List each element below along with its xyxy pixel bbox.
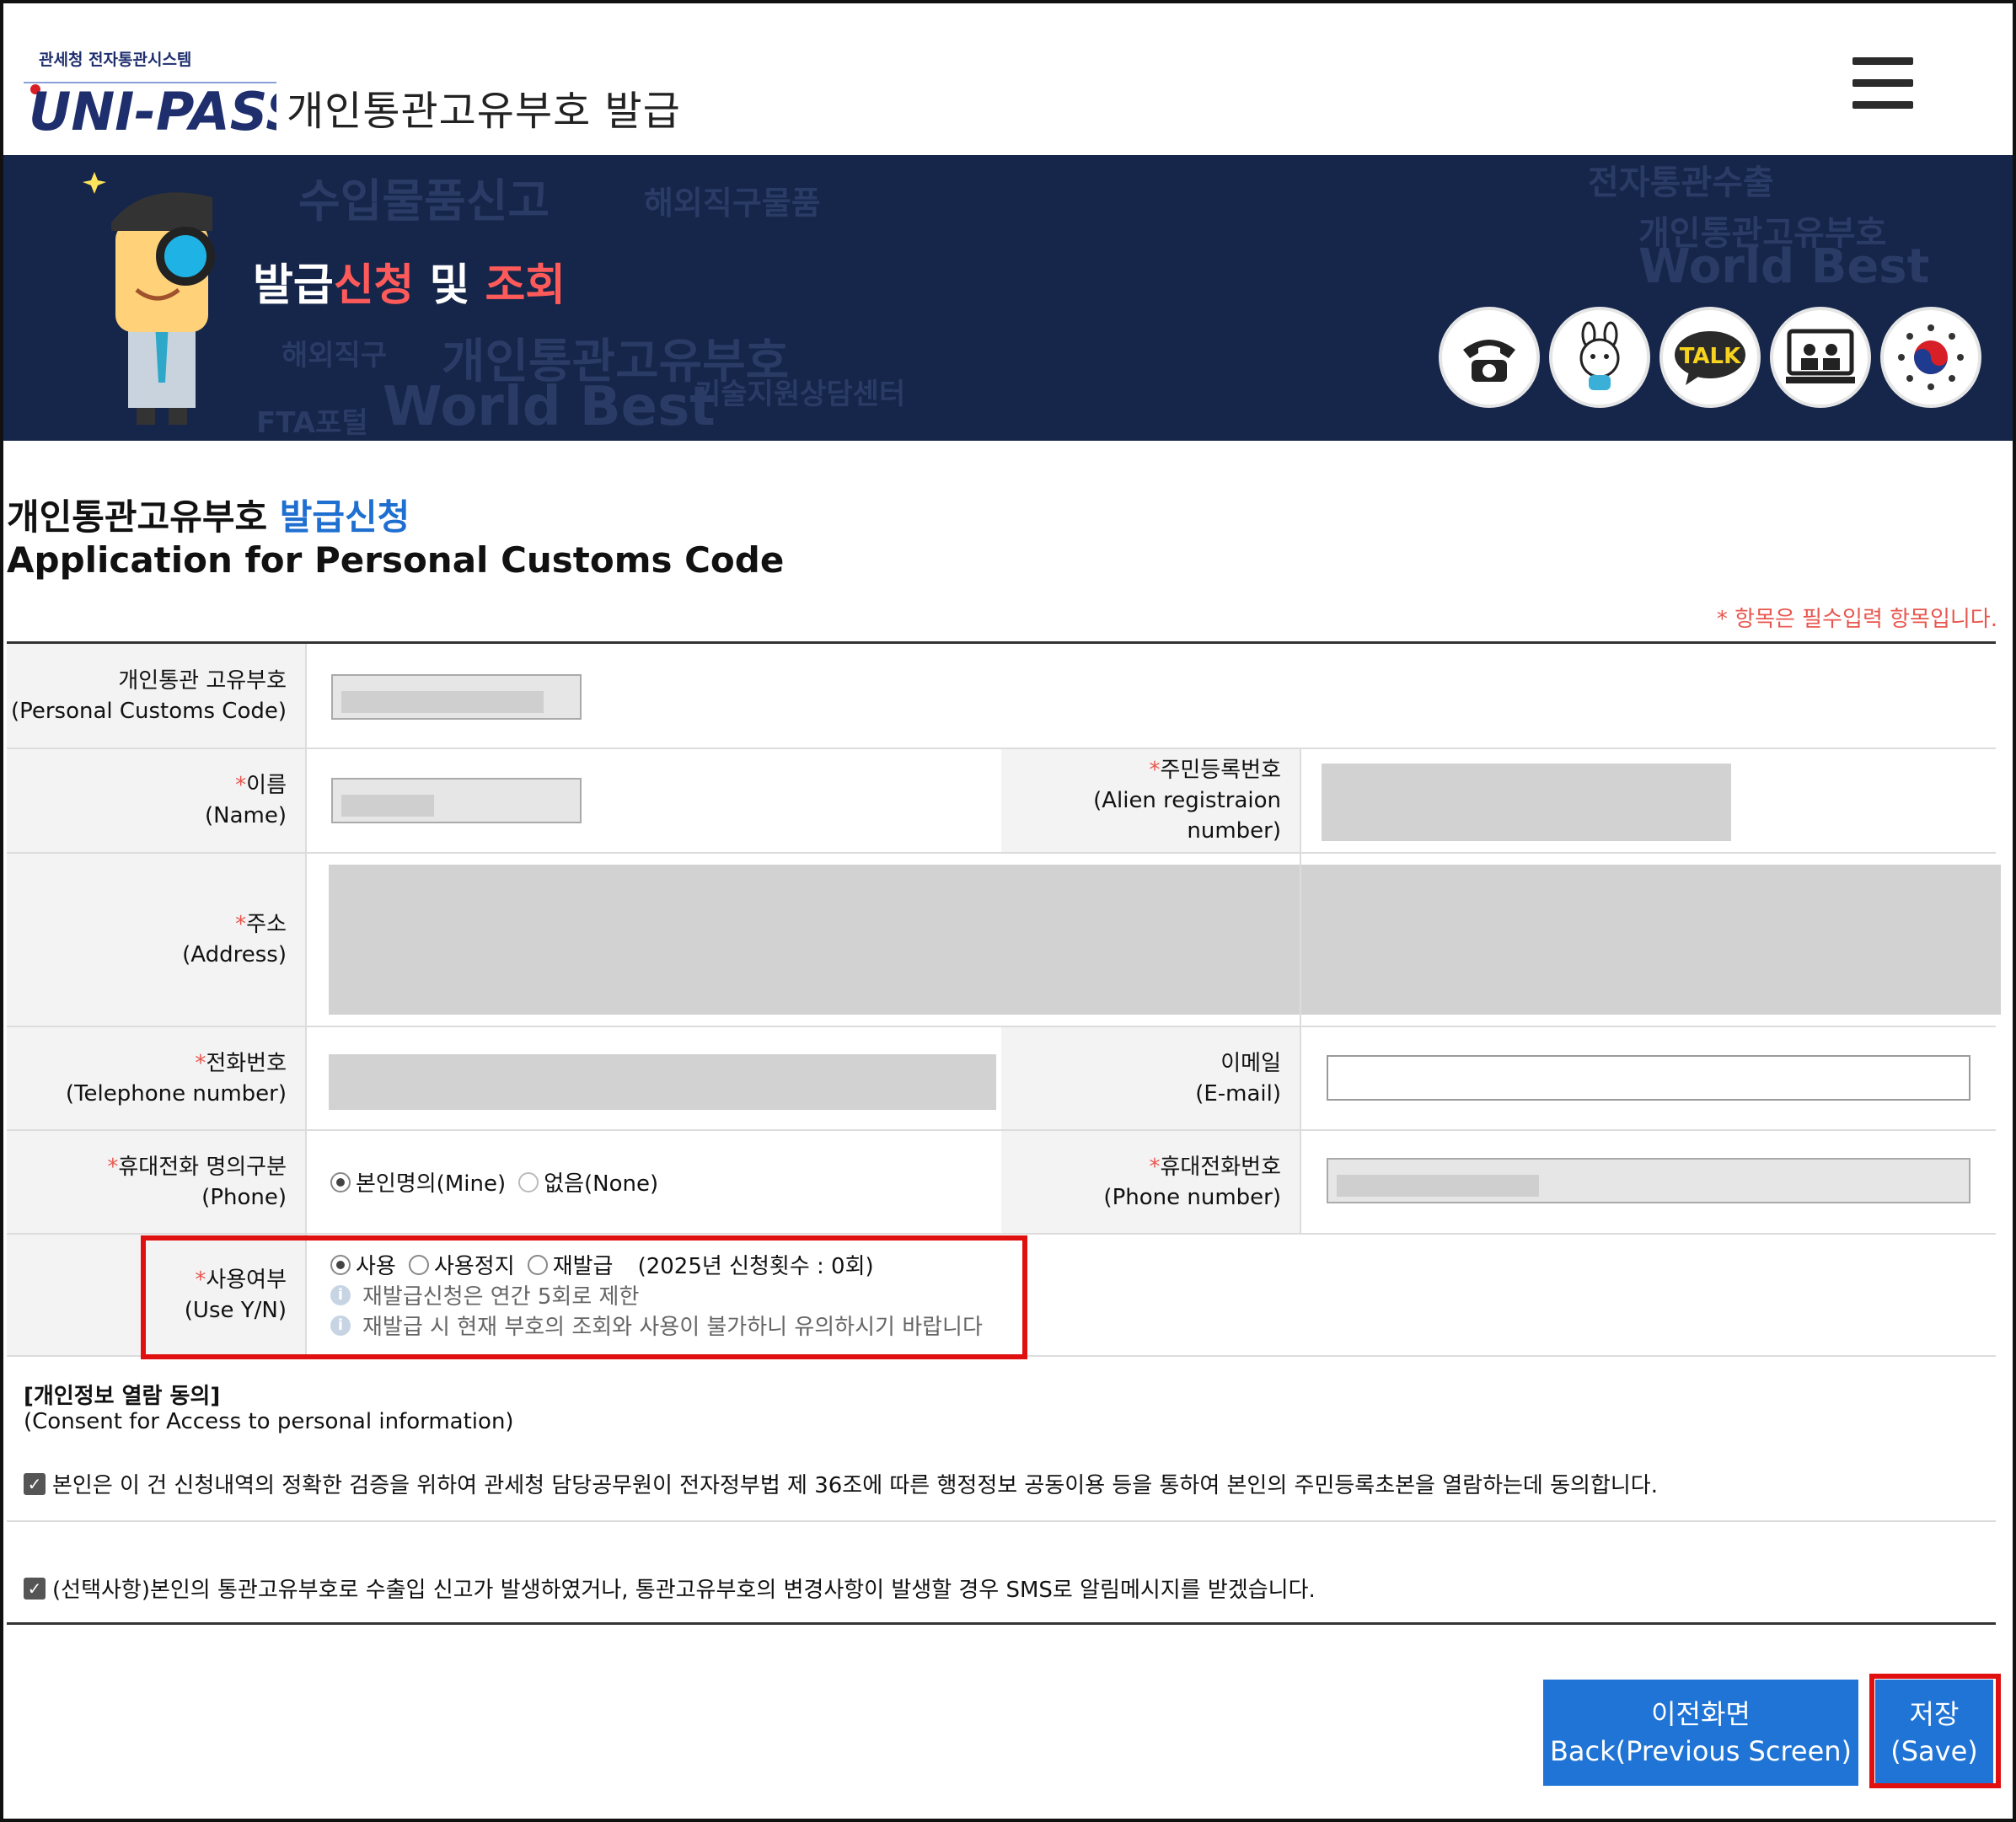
magnifier-character-illustration	[83, 172, 215, 425]
talk-icon[interactable]: TALK	[1659, 307, 1761, 408]
logo-subtitle: 관세청 전자통관시스템	[39, 51, 192, 69]
alien-reg-label: *주민등록번호 (Alien registraion number)	[1001, 749, 1300, 852]
customs-code-label: 개인통관 고유부호 (Personal Customs Code)	[7, 644, 305, 748]
save-button-highlight	[1869, 1674, 2001, 1788]
phone-owner-label: *휴대전화 명의구분 (Phone)	[7, 1131, 305, 1233]
page-title: 개인통관고유부호 발급신청	[7, 496, 410, 538]
telephone-field	[329, 1054, 996, 1110]
back-button[interactable]: 이전화면 Back(Previous Screen)	[1543, 1680, 1858, 1786]
consent-subtitle: (Consent for Access to personal informat…	[24, 1409, 514, 1434]
banner-title: 발급신청 및 조회	[253, 260, 566, 311]
phone-owner-none-radio[interactable]	[518, 1171, 539, 1192]
banner-bg-word: 기술지원상담센터	[694, 378, 906, 411]
consent-checkbox-1[interactable]: ✓	[24, 1472, 46, 1495]
consent-text-1: 본인은 이 건 신청내역의 정확한 검증을 위하여 관세청 담당공무원이 전자정…	[52, 1473, 1658, 1498]
consent-title: [개인정보 열람 동의]	[24, 1384, 221, 1409]
mascot-icon[interactable]	[1549, 307, 1650, 408]
header: 관세청 전자통관시스템 UNI-PASS 개인통관고유부호 발급	[3, 3, 2013, 155]
banner-bg-word: 전자통관수출	[1588, 163, 1774, 202]
consent-checkbox-2[interactable]: ✓	[24, 1577, 46, 1600]
row-divider	[7, 1520, 1996, 1522]
video-consult-icon[interactable]	[1770, 307, 1871, 408]
phone-number-label: *휴대전화번호 (Phone number)	[1001, 1131, 1300, 1233]
banner-bg-word: 해외직구	[281, 339, 388, 372]
form-bottom-border	[7, 1622, 1996, 1625]
unipass-logo: UNI-PASS	[24, 81, 276, 138]
address-field	[329, 865, 2001, 1015]
use-yn-highlight	[141, 1235, 1027, 1359]
banner-bg-word: World Best	[383, 376, 716, 438]
banner-bg-word: 수입물품신고	[298, 174, 550, 228]
phone-icon[interactable]	[1439, 307, 1540, 408]
header-title: 개인통관고유부호 발급	[287, 88, 681, 135]
phone-owner-none-label: 없음(None)	[544, 1171, 659, 1197]
name-field	[331, 778, 582, 823]
phone-owner-mine-radio[interactable]	[330, 1171, 351, 1192]
hero-banner: 수입물품신고 해외직구물품 개인통관고유부호 World Best FTA포털 …	[3, 155, 2013, 441]
consent-item-1: ✓ 본인은 이 건 신청내역의 정확한 검증을 위하여 관세청 담당공무원이 전…	[24, 1468, 1658, 1499]
column-divider	[1300, 749, 1301, 1233]
alien-reg-field	[1322, 764, 1731, 841]
page-subtitle: Application for Personal Customs Code	[7, 539, 785, 581]
consent-text-2: (선택사항)본인의 통관고유부호로 수출입 신고가 발생하였거나, 통관고유부호…	[52, 1578, 1316, 1603]
consent-item-2: ✓ (선택사항)본인의 통관고유부호로 수출입 신고가 발생하였거나, 통관고유…	[24, 1573, 1316, 1604]
phone-number-field	[1327, 1158, 1970, 1203]
government-emblem-icon[interactable]	[1880, 307, 1981, 408]
banner-bg-word: 해외직구물품	[644, 185, 821, 222]
telephone-label: *전화번호 (Telephone number)	[7, 1027, 305, 1129]
customs-code-field	[331, 674, 582, 720]
phone-owner-mine-label: 본인명의(Mine)	[356, 1171, 507, 1197]
phone-owner-radio-group: 본인명의(Mine) 없음(None)	[330, 1166, 667, 1198]
name-label: *이름 (Name)	[7, 749, 305, 852]
logo-text: UNI-PASS	[29, 81, 276, 138]
svg-text:TALK: TALK	[1680, 344, 1741, 369]
address-label: *주소 (Address)	[7, 854, 305, 1026]
required-note: * 항목은 필수입력 항목입니다.	[1716, 607, 1997, 632]
email-input[interactable]	[1327, 1055, 1970, 1101]
banner-bg-word: World Best	[1638, 239, 1930, 294]
email-label: 이메일 (E-mail)	[1001, 1027, 1300, 1129]
hamburger-menu-icon[interactable]	[1852, 57, 1913, 113]
banner-bg-word: FTA포털	[256, 406, 368, 440]
